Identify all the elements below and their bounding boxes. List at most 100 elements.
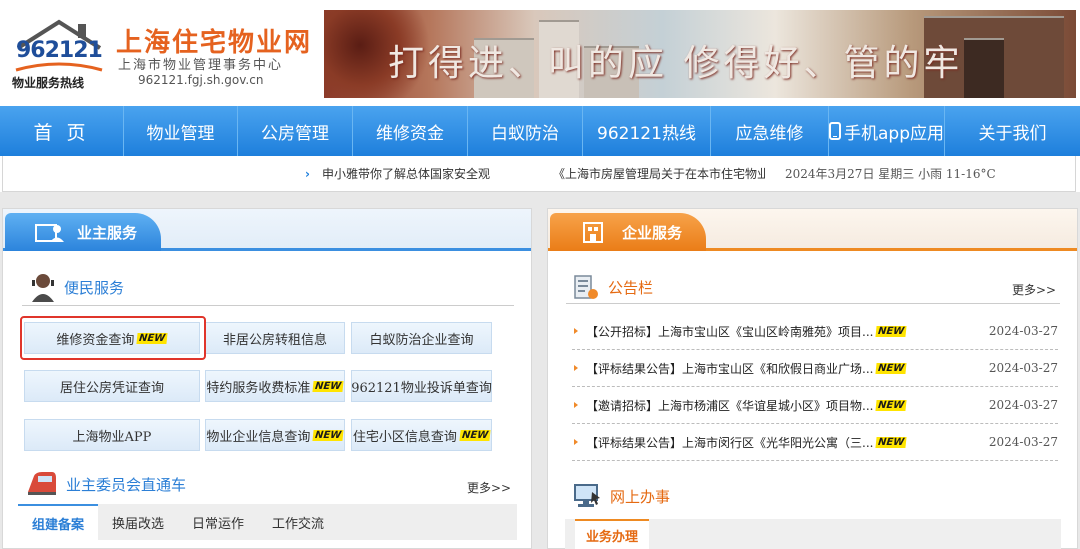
button-label: 物业企业信息查询 xyxy=(206,429,311,445)
button-label: 上海物业APP xyxy=(72,429,152,445)
new-badge: NEW xyxy=(312,429,345,441)
section-title: 公告栏 xyxy=(608,278,654,297)
header-banner: 打得进、叫的应 修得好、管的牢 xyxy=(324,10,1076,98)
owner-service-icon xyxy=(35,224,64,242)
tab-label: 组建备案 xyxy=(32,517,85,533)
nav-label: 白蚁防治 xyxy=(491,123,559,144)
bulletin-item[interactable]: 【评标结果公告】上海市宝山区《和欣假日商业广场... NEW 2024-03-2… xyxy=(572,350,1058,387)
site-subtitle: 上海市物业管理事务中心 xyxy=(118,58,284,73)
nav-emergency-repair[interactable]: 应急维修 xyxy=(711,106,829,156)
tab-business-handling[interactable]: 业务办理 xyxy=(575,519,649,549)
tab-enterprise-services[interactable]: 企业服务 xyxy=(550,213,706,251)
site-header: 962121 物业服务热线 上海住宅物业网 上海市物业管理事务中心 962121… xyxy=(0,0,1080,106)
bulletin-text: 【评标结果公告】上海市闵行区《光华阳光公寓（三... xyxy=(586,435,874,450)
computer-icon xyxy=(574,484,600,507)
bulletin-date: 2024-03-27 xyxy=(988,435,1058,449)
property-enterprise-query-button[interactable]: 物业企业信息查询 NEW xyxy=(205,419,345,451)
bulletin-date: 2024-03-27 xyxy=(988,324,1058,338)
online-services-heading: 网上办事 xyxy=(572,482,670,510)
button-label: 白蚁防治企业查询 xyxy=(369,332,474,348)
new-badge: NEW xyxy=(459,429,491,441)
nav-about-us[interactable]: 关于我们 xyxy=(945,106,1080,156)
nav-label: 物业管理 xyxy=(146,123,215,144)
highlight-box xyxy=(20,316,206,360)
bulletin-icon xyxy=(574,275,598,299)
nav-termite-control[interactable]: 白蚁防治 xyxy=(468,106,583,156)
divider xyxy=(566,303,1060,304)
public-housing-certificate-button[interactable]: 居住公房凭证查询 xyxy=(24,370,200,402)
bullet-icon xyxy=(574,328,578,334)
non-residential-sublet-button[interactable]: 非居公房转租信息 xyxy=(205,322,345,354)
train-icon xyxy=(28,472,56,495)
nav-label: 公房管理 xyxy=(261,123,329,144)
tab-label: 换届改选 xyxy=(112,516,165,532)
button-label: 特约服务收费标准 xyxy=(206,380,311,396)
tab-formation-filing[interactable]: 组建备案 xyxy=(18,504,99,540)
tab-label: 业主服务 xyxy=(77,223,138,242)
shanghai-property-app-button[interactable]: 上海物业APP xyxy=(24,419,200,451)
bulletin-item[interactable]: 【邀请招标】上海市杨浦区《华谊星城小区》项目物... NEW 2024-03-2… xyxy=(572,387,1058,424)
banner-slogan: 打得进、叫的应 修得好、管的牢 xyxy=(388,43,964,84)
termite-enterprise-query-button[interactable]: 白蚁防治企业查询 xyxy=(351,322,492,354)
new-badge: NEW xyxy=(875,325,908,337)
date-weather: 2024年3月27日 星期三 小雨 11-16°C xyxy=(785,167,996,181)
new-badge: NEW xyxy=(875,436,908,448)
nav-property-management[interactable]: 物业管理 xyxy=(124,106,238,156)
tab-work-exchange[interactable]: 工作交流 xyxy=(258,504,338,540)
tab-label: 工作交流 xyxy=(272,516,325,532)
nav-mobile-app[interactable]: 手机app应用 xyxy=(829,106,945,156)
bulletin-item[interactable]: 【公开招标】上海市宝山区《宝山区岭南雅苑》项目... NEW 2024-03-2… xyxy=(572,313,1058,350)
bulletin-date: 2024-03-27 xyxy=(988,361,1058,375)
panel-header: 企业服务 xyxy=(548,209,1077,251)
bullet-icon xyxy=(574,402,578,408)
logo-number: 962121 xyxy=(16,38,103,63)
nav-label: 962121热线 xyxy=(597,123,696,144)
nav-maintenance-fund[interactable]: 维修资金 xyxy=(353,106,468,156)
bulletin-text: 【评标结果公告】上海市宝山区《和欣假日商业广场... xyxy=(586,361,874,376)
button-label: 住宅小区信息查询 xyxy=(352,429,457,445)
nav-label: 应急维修 xyxy=(735,123,804,144)
bulletin-item[interactable]: 【评标结果公告】上海市闵行区《光华阳光公寓（三... NEW 2024-03-2… xyxy=(572,424,1058,461)
committee-tabs: 组建备案 换届改选 日常运作 工作交流 xyxy=(18,504,517,540)
ticker-item[interactable]: 《上海市房屋管理局关于在本市住宅物业 xyxy=(553,165,765,182)
bulletin-date: 2024-03-27 xyxy=(988,398,1058,412)
button-label: 居住公房凭证查询 xyxy=(59,380,164,396)
news-ticker: › 申小雅带你了解总体国家安全观 《上海市房屋管理局关于在本市住宅物业 2024年… xyxy=(2,156,1076,192)
button-label: 962121物业投诉单查询 xyxy=(351,380,492,396)
ticker-item[interactable]: › 申小雅带你了解总体国家安全观 xyxy=(305,165,490,182)
phone-icon xyxy=(829,122,841,140)
new-badge: NEW xyxy=(875,399,908,411)
nav-home[interactable]: 首 页 xyxy=(0,106,124,156)
nav-public-housing[interactable]: 公房管理 xyxy=(238,106,353,156)
bulletin-text: 【邀请招标】上海市杨浦区《华谊星城小区》项目物... xyxy=(586,398,874,413)
tab-daily-operation[interactable]: 日常运作 xyxy=(178,504,258,540)
panel-header: 业主服务 xyxy=(3,209,531,251)
divider xyxy=(22,305,514,306)
tab-owner-services[interactable]: 业主服务 xyxy=(5,213,161,251)
tab-label: 日常运作 xyxy=(192,516,245,532)
bulletin-more-link[interactable]: 更多>> xyxy=(1012,281,1056,298)
customer-service-icon xyxy=(32,274,54,302)
nav-label: 首 页 xyxy=(33,121,90,144)
section-title: 便民服务 xyxy=(64,278,125,297)
chevron-right-icon: › xyxy=(305,167,310,181)
nav-hotline[interactable]: 962121热线 xyxy=(583,106,711,156)
site-logo[interactable]: 962121 物业服务热线 xyxy=(4,14,112,92)
bullet-icon xyxy=(574,439,578,445)
logo-hotline: 物业服务热线 xyxy=(12,76,85,90)
banner-building xyxy=(964,38,1004,98)
main-nav: 首 页 物业管理 公房管理 维修资金 白蚁防治 962121热线 应急维修 手机… xyxy=(0,106,1080,156)
bulletin-text: 【公开招标】上海市宝山区《宝山区岭南雅苑》项目... xyxy=(586,324,874,339)
tab-re-election[interactable]: 换届改选 xyxy=(98,504,178,540)
service-fee-standard-button[interactable]: 特约服务收费标准 NEW xyxy=(205,370,345,402)
residential-community-query-button[interactable]: 住宅小区信息查询 NEW xyxy=(351,419,492,451)
building-icon xyxy=(583,222,603,243)
nav-label: 维修资金 xyxy=(376,123,444,144)
new-badge: NEW xyxy=(875,362,908,374)
bullet-icon xyxy=(574,365,578,371)
committee-more-link[interactable]: 更多>> xyxy=(467,479,511,496)
nav-label: 手机app应用 xyxy=(844,123,944,144)
complaint-query-button[interactable]: 962121物业投诉单查询 xyxy=(351,370,492,402)
section-title: 业主委员会直通车 xyxy=(66,475,187,494)
site-url: 962121.fgj.sh.gov.cn xyxy=(138,73,264,87)
